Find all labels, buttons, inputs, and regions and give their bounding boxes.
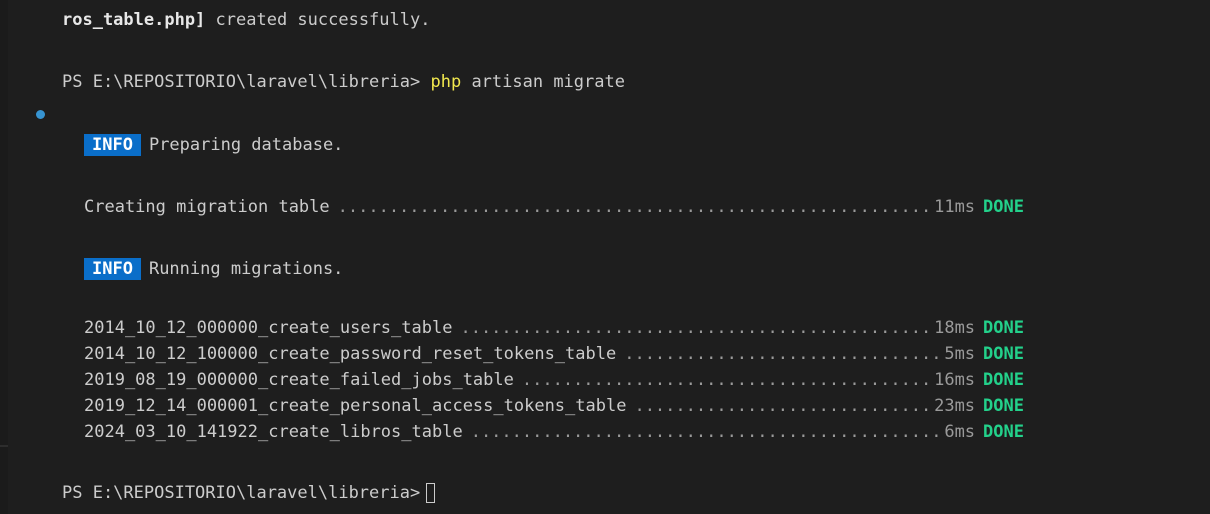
migration-status: DONE xyxy=(983,370,1024,390)
migration-row: 2014_10_12_000000_create_users_table 18m… xyxy=(84,317,1024,339)
creating-migration-table-status: DONE xyxy=(983,197,1024,217)
command-line: PS E:\REPOSITORIO\laravel\libreria> php … xyxy=(62,71,625,93)
migration-time: 6ms xyxy=(944,422,976,442)
info-running-line: INFO Running migrations. xyxy=(84,258,343,280)
terminal-edge-marker xyxy=(0,445,8,447)
migration-row: 2019_12_14_000001_create_personal_access… xyxy=(84,395,1024,417)
text-cursor[interactable] xyxy=(426,483,436,503)
dot-leader xyxy=(452,317,934,339)
dot-leader xyxy=(463,421,945,443)
created-message: created successfully. xyxy=(205,10,431,30)
creating-migration-table-label: Creating migration table xyxy=(84,197,330,217)
migration-time: 16ms xyxy=(934,370,976,390)
dot-leader xyxy=(330,196,934,218)
created-file-name: ros_table.php] xyxy=(62,10,206,30)
migration-row: 2014_10_12_100000_create_password_reset_… xyxy=(84,343,1024,365)
migration-name: 2024_03_10_141922_create_libros_table xyxy=(84,422,463,442)
command-prompt: PS E:\REPOSITORIO\laravel\libreria> xyxy=(62,72,421,92)
creating-migration-table-row: Creating migration table 11ms DONE xyxy=(84,196,1024,218)
migration-status: DONE xyxy=(983,422,1024,442)
command-keyword: php xyxy=(430,72,462,92)
command-args: artisan migrate xyxy=(461,72,625,92)
output-created-line: ros_table.php] created successfully. xyxy=(62,9,430,31)
creating-migration-table-time: 11ms xyxy=(934,197,976,217)
command-status-dot-icon[interactable] xyxy=(36,110,45,119)
info-running-text: Running migrations. xyxy=(148,259,344,279)
final-prompt: PS E:\REPOSITORIO\laravel\libreria> xyxy=(62,483,421,503)
migration-name: 2014_10_12_000000_create_users_table xyxy=(84,318,453,338)
migration-time: 5ms xyxy=(944,344,976,364)
migration-status: DONE xyxy=(983,318,1024,338)
final-prompt-line[interactable]: PS E:\REPOSITORIO\laravel\libreria> xyxy=(62,482,436,504)
terminal-panel[interactable]: ros_table.php] created successfully. PS … xyxy=(0,0,1210,514)
dot-leader xyxy=(514,369,934,391)
migration-row: 2024_03_10_141922_create_libros_table 6m… xyxy=(84,421,1024,443)
migration-name: 2019_12_14_000001_create_personal_access… xyxy=(84,396,627,416)
info-badge: INFO xyxy=(84,134,141,156)
migration-status: DONE xyxy=(983,344,1024,364)
migration-time: 23ms xyxy=(934,396,976,416)
dot-leader xyxy=(616,343,944,365)
migration-name: 2019_08_19_000000_create_failed_jobs_tab… xyxy=(84,370,514,390)
dot-leader xyxy=(626,395,934,417)
info-preparing-text: Preparing database. xyxy=(148,135,344,155)
info-preparing-line: INFO Preparing database. xyxy=(84,134,343,156)
terminal-left-edge xyxy=(0,0,8,514)
migration-status: DONE xyxy=(983,396,1024,416)
migration-row: 2019_08_19_000000_create_failed_jobs_tab… xyxy=(84,369,1024,391)
migration-time: 18ms xyxy=(934,318,976,338)
migration-name: 2014_10_12_100000_create_password_reset_… xyxy=(84,344,617,364)
info-badge: INFO xyxy=(84,258,141,280)
